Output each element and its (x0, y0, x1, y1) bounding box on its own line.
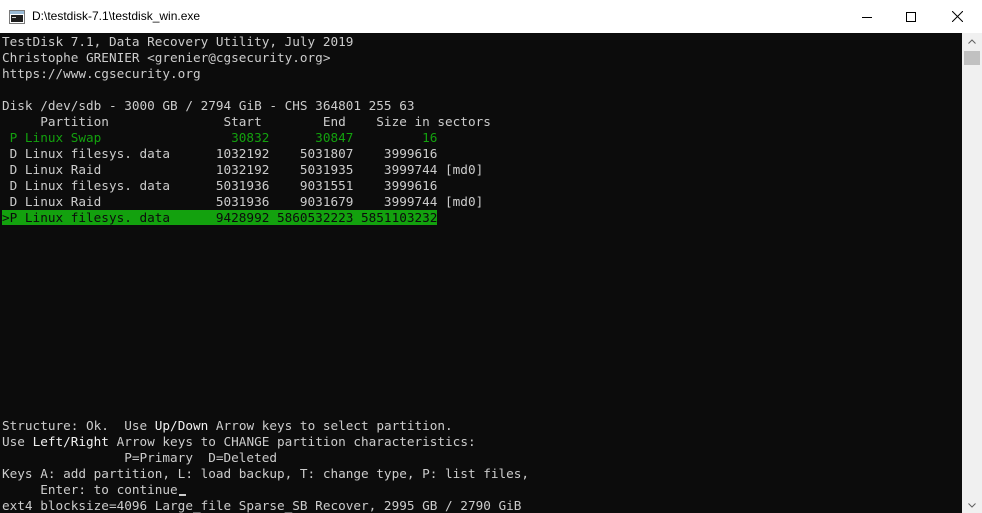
console-output[interactable]: TestDisk 7.1, Data Recovery Utility, Jul… (0, 33, 962, 513)
header-line-1: TestDisk 7.1, Data Recovery Utility, Jul… (2, 34, 354, 49)
partition-row[interactable]: D Linux filesys. data 5031936 9031551 39… (2, 178, 438, 194)
chevron-down-icon (968, 502, 976, 508)
close-icon (951, 11, 963, 22)
up-down-keys: Up/Down (154, 418, 209, 433)
header-line-2: Christophe GRENIER <grenier@cgsecurity.o… (2, 50, 331, 65)
partition-row[interactable]: D Linux filesys. data 1032192 5031807 39… (2, 146, 438, 162)
left-right-keys: Left/Right (32, 434, 109, 449)
scroll-down-button[interactable] (962, 497, 982, 513)
legend-line: P=Primary D=Deleted (2, 450, 277, 465)
minimize-button[interactable] (844, 0, 890, 33)
partition-row[interactable]: P Linux Swap 30832 30847 16 (2, 130, 438, 146)
maximize-icon (906, 11, 916, 22)
scroll-up-button[interactable] (962, 33, 982, 49)
fs-info-line: ext4 blocksize=4096 Large_file Sparse_SB… (2, 498, 522, 513)
partition-row[interactable]: D Linux Raid 1032192 5031935 3999744 [md… (2, 162, 484, 178)
chevron-up-icon (968, 38, 976, 44)
close-button[interactable] (934, 0, 980, 33)
title-bar: D:\testdisk-7.1\testdisk_win.exe (0, 0, 982, 33)
help-line: Use Left/Right Arrow keys to CHANGE part… (2, 434, 476, 449)
terminal-icon (9, 9, 25, 24)
text-cursor (178, 494, 186, 496)
keys-line: Keys A: add partition, L: load backup, T… (2, 466, 530, 481)
header-line-3: https://www.cgsecurity.org (2, 66, 201, 81)
scroll-thumb[interactable] (964, 51, 980, 65)
window-title: D:\testdisk-7.1\testdisk_win.exe (32, 9, 201, 23)
enter-line: Enter: to continue (2, 482, 186, 498)
partition-row[interactable]: D Linux Raid 5031936 9031679 3999744 [md… (2, 194, 484, 210)
status-line: Structure: Ok. Use Up/Down Arrow keys to… (2, 418, 453, 433)
minimize-icon (862, 16, 872, 18)
maximize-button[interactable] (888, 0, 934, 33)
vertical-scrollbar[interactable] (962, 33, 982, 513)
disk-info: Disk /dev/sdb - 3000 GB / 2794 GiB - CHS… (2, 98, 415, 113)
table-header: Partition Start End Size in sectors (2, 114, 491, 129)
partition-row-selected[interactable]: >P Linux filesys. data 9428992 586053222… (2, 210, 438, 225)
